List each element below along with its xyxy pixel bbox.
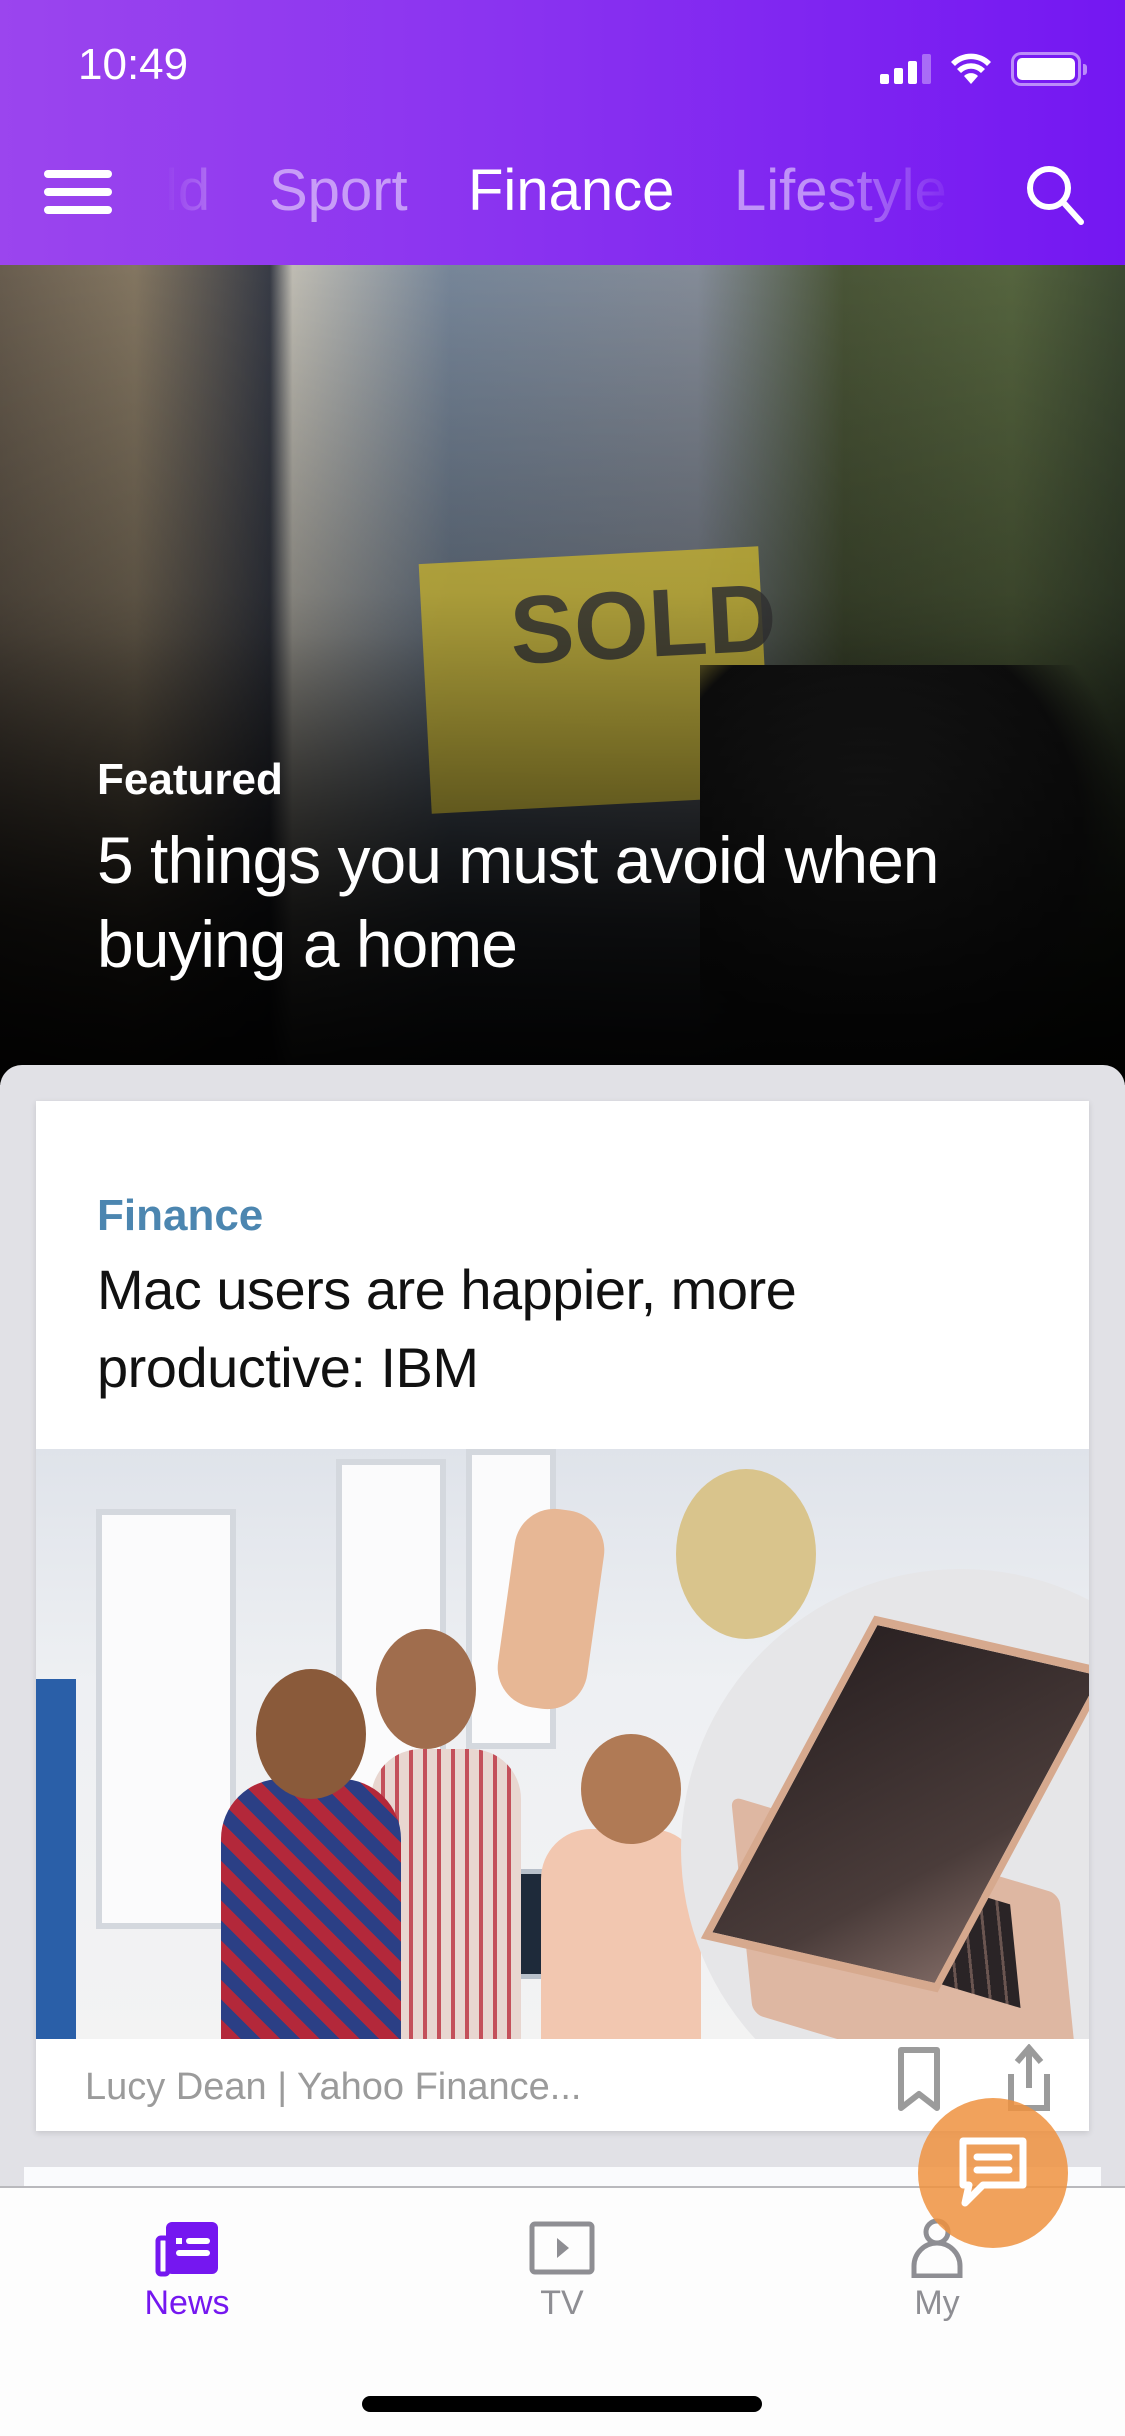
tab-news[interactable]: News xyxy=(87,2218,287,2338)
app-screen: 10:49 ld Sport Finance Lifestyle Feature… xyxy=(0,0,1125,2436)
article-card[interactable]: Finance Mac users are happier, more prod… xyxy=(36,1101,1089,2131)
tab-world[interactable]: ld xyxy=(165,156,210,226)
status-icons xyxy=(880,52,1087,86)
featured-title[interactable]: 5 things you must avoid when buying a ho… xyxy=(97,818,1057,986)
cellular-signal-icon xyxy=(880,54,931,84)
tab-finance[interactable]: Finance xyxy=(468,156,674,226)
wifi-icon xyxy=(951,53,991,84)
tab-tv[interactable]: TV xyxy=(462,2218,662,2338)
tab-my-label: My xyxy=(914,2284,960,2322)
chat-bubble-icon xyxy=(959,2137,1027,2207)
hamburger-menu-icon[interactable] xyxy=(44,170,112,214)
article-title[interactable]: Mac users are happier, more productive: … xyxy=(97,1251,1047,1407)
header: 10:49 ld Sport Finance Lifestyle xyxy=(0,0,1125,265)
article-category: Finance xyxy=(97,1191,264,1240)
category-tabs: ld Sport Finance Lifestyle xyxy=(165,156,965,226)
chat-button[interactable] xyxy=(918,2098,1068,2248)
search-icon[interactable] xyxy=(1023,162,1087,226)
bookmark-icon[interactable] xyxy=(889,2044,949,2114)
battery-icon xyxy=(1011,52,1087,86)
featured-story[interactable]: SOLD Featured 5 things you must avoid wh… xyxy=(0,265,1125,1085)
status-time: 10:49 xyxy=(78,40,189,89)
tab-sport[interactable]: Sport xyxy=(269,156,408,226)
article-image xyxy=(36,1449,1089,2039)
tv-play-icon xyxy=(529,2221,595,2275)
category-nav: ld Sport Finance Lifestyle xyxy=(0,140,1125,245)
tab-lifestyle[interactable]: Lifestyle xyxy=(734,156,947,226)
article-source: Lucy Dean | Yahoo Finance... xyxy=(85,2066,582,2108)
featured-label: Featured xyxy=(97,755,283,804)
newspaper-icon xyxy=(155,2222,218,2277)
tab-news-label: News xyxy=(144,2284,230,2322)
home-indicator[interactable] xyxy=(362,2396,762,2412)
tab-tv-label: TV xyxy=(540,2284,584,2322)
